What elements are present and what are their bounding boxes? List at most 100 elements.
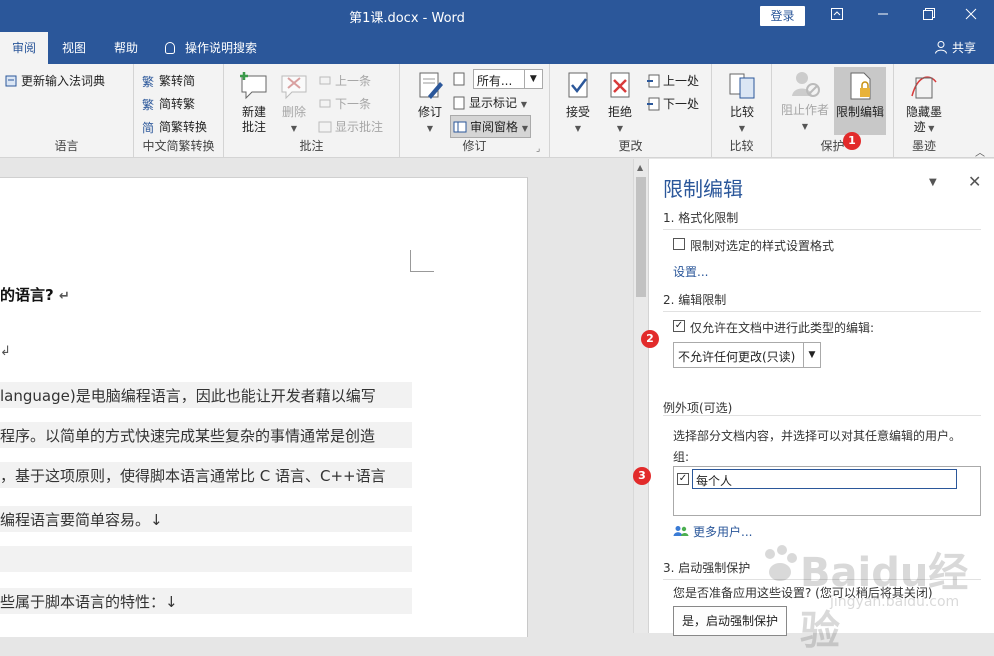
new-comment-icon xyxy=(240,72,267,100)
annotation-badge-3: 3 xyxy=(633,467,651,485)
divider xyxy=(663,415,981,416)
everyone-checkbox[interactable]: ✓ xyxy=(677,473,689,485)
group-ink: 隐藏墨 迹 ▼ 墨迹 xyxy=(894,64,954,158)
document-page[interactable]: 的语言? ↵ ↲ language)是电脑编程语言，因此也能让开发者藉以编写 程… xyxy=(0,177,528,637)
next-change-button[interactable]: 下一处 xyxy=(646,95,699,112)
show-comments-icon xyxy=(318,120,332,134)
markup-icon xyxy=(452,72,466,86)
show-comments-button[interactable]: 显示批注 xyxy=(318,118,383,135)
lock-document-icon xyxy=(850,72,871,100)
group-compare: 比较 ▼ 比较 xyxy=(712,64,772,158)
group-label-changes: 更改 xyxy=(618,139,643,153)
editing-check-label: 仅允许在文档中进行此类型的编辑: xyxy=(690,321,875,335)
users-icon xyxy=(673,526,689,536)
vertical-scrollbar[interactable]: ▲ xyxy=(633,159,648,633)
tracking-options-launcher-icon[interactable]: ⌟ xyxy=(536,144,540,154)
group-chinese-conversion: 繁繁转简 繁简转繁 简简繁转换 中文简繁转换 xyxy=(134,64,224,158)
settings-link[interactable]: 设置... xyxy=(673,263,708,280)
compare-icon xyxy=(729,73,755,99)
group-label-tracking: 修订 xyxy=(462,139,487,153)
page-corner-mark xyxy=(410,250,434,272)
title-bar: 第1课.docx - Word 登录 xyxy=(0,0,994,32)
group-label-ink: 墨迹 xyxy=(911,139,936,153)
prev-comment-icon xyxy=(318,74,332,88)
conversion-button[interactable]: 简简繁转换 xyxy=(142,118,207,135)
share-label: 共享 xyxy=(951,41,976,55)
pane-options-icon[interactable]: ▼ xyxy=(929,177,937,188)
update-ime-button[interactable]: 更新输入法词典 xyxy=(4,72,105,89)
tab-view[interactable]: 视图 xyxy=(50,32,98,64)
accept-icon xyxy=(568,72,588,98)
block-authors-icon xyxy=(792,72,820,97)
scroll-up-icon[interactable]: ▲ xyxy=(637,163,643,172)
chevron-down-icon: ▼ xyxy=(803,343,820,367)
login-button[interactable]: 登录 xyxy=(760,6,805,26)
doc-line: 些属于脚本语言的特性：↓ xyxy=(0,588,412,614)
group-label-protect: 保护 xyxy=(820,139,845,153)
section-formatting: 1. 格式化限制 xyxy=(663,209,981,230)
tell-me-search[interactable]: 操作说明搜索 xyxy=(165,32,257,64)
edit-type-select[interactable]: 不允许任何更改(只读) ▼ xyxy=(673,342,821,368)
compare-button[interactable]: 比较 ▼ xyxy=(724,70,760,136)
group-language: 更新输入法词典 语言 xyxy=(0,64,134,158)
group-label-language: 语言 xyxy=(54,139,79,153)
next-comment-icon xyxy=(318,97,332,111)
review-pane-button[interactable]: 审阅窗格 ▼ xyxy=(450,115,531,138)
doc-heading: 的语言? ↵ xyxy=(0,286,70,304)
markup-select[interactable]: 所有... ▼ xyxy=(452,69,543,89)
ribbon-display-icon[interactable] xyxy=(814,0,860,32)
delete-comment-button[interactable]: 删除 ▼ xyxy=(276,70,312,136)
watermark-url: jingyan.baidu.com xyxy=(830,594,960,610)
document-area: 的语言? ↵ ↲ language)是电脑编程语言，因此也能让开发者藉以编写 程… xyxy=(0,159,633,637)
prev-comment-button[interactable]: 上一条 xyxy=(318,72,371,89)
formatting-check-label: 限制对选定的样式设置格式 xyxy=(690,239,835,253)
minimize-icon[interactable] xyxy=(860,0,906,32)
paragraph-mark: ↲ xyxy=(0,344,11,359)
pane-title: 限制编辑 xyxy=(663,177,743,201)
review-pane-icon xyxy=(453,120,467,134)
group-label-compare: 比较 xyxy=(729,139,754,153)
share-button[interactable]: 共享 xyxy=(934,32,976,64)
accept-button[interactable]: 接受 ▼ xyxy=(560,70,596,136)
convert-icon: 简 xyxy=(142,120,156,135)
ribbon-tabs: 审阅 视图 帮助 操作说明搜索 共享 xyxy=(0,32,994,64)
track-changes-button[interactable]: 修订 ▼ xyxy=(412,70,448,136)
prev-change-button[interactable]: 上一处 xyxy=(646,72,699,89)
collapse-ribbon-icon[interactable]: ︿ xyxy=(975,144,985,159)
simp-to-trad-button[interactable]: 繁简转繁 xyxy=(142,95,195,112)
trad-to-simp-button[interactable]: 繁繁转简 xyxy=(142,72,195,89)
tab-help[interactable]: 帮助 xyxy=(102,32,150,64)
scrollbar-thumb[interactable] xyxy=(636,177,646,297)
exceptions-desc: 选择部分文档内容，并选择可以对其任意编辑的用户。 xyxy=(673,429,962,443)
show-markup-icon xyxy=(452,96,466,110)
groups-list[interactable]: ✓ 每个人 xyxy=(673,466,981,516)
formatting-checkbox[interactable] xyxy=(673,238,685,250)
more-users-link[interactable]: 更多用户... xyxy=(673,523,752,540)
trad-simp-icon: 繁 xyxy=(142,74,156,89)
annotation-badge-2: 2 xyxy=(641,330,659,348)
tell-me-label: 操作说明搜索 xyxy=(185,41,258,55)
prev-change-icon xyxy=(646,74,660,88)
groups-label: 组: xyxy=(673,450,690,464)
everyone-item[interactable]: 每个人 xyxy=(692,469,957,489)
reject-button[interactable]: 拒绝 ▼ xyxy=(602,70,638,136)
new-comment-button[interactable]: 新建 批注 xyxy=(234,70,274,135)
group-label-comments: 批注 xyxy=(299,139,324,153)
group-protect: 阻止作者 ▼ 限制编辑 保护 xyxy=(772,64,894,158)
pane-close-icon[interactable]: ✕ xyxy=(968,172,981,191)
hide-ink-button[interactable]: 隐藏墨 迹 ▼ xyxy=(902,70,946,136)
next-comment-button[interactable]: 下一条 xyxy=(318,95,371,112)
restrict-editing-button[interactable]: 限制编辑 xyxy=(834,67,886,135)
close-icon[interactable] xyxy=(948,0,994,32)
doc-line: language)是电脑编程语言，因此也能让开发者藉以编写 xyxy=(0,382,412,408)
paw-icon xyxy=(765,545,797,581)
group-tracking: 修订 ▼ 所有... ▼ 显示标记 ▼ 审阅窗格 ▼ 修订 xyxy=(400,64,550,158)
tab-review[interactable]: 审阅 xyxy=(0,32,49,64)
svg-text:简: 简 xyxy=(142,121,154,134)
show-markup-button[interactable]: 显示标记 ▼ xyxy=(452,94,527,111)
block-authors-button[interactable]: 阻止作者 ▼ xyxy=(778,68,832,134)
editing-checkbox[interactable]: ✓ xyxy=(673,320,685,332)
restore-icon[interactable] xyxy=(906,0,952,32)
lightbulb-icon xyxy=(165,42,175,54)
doc-line xyxy=(0,546,412,572)
